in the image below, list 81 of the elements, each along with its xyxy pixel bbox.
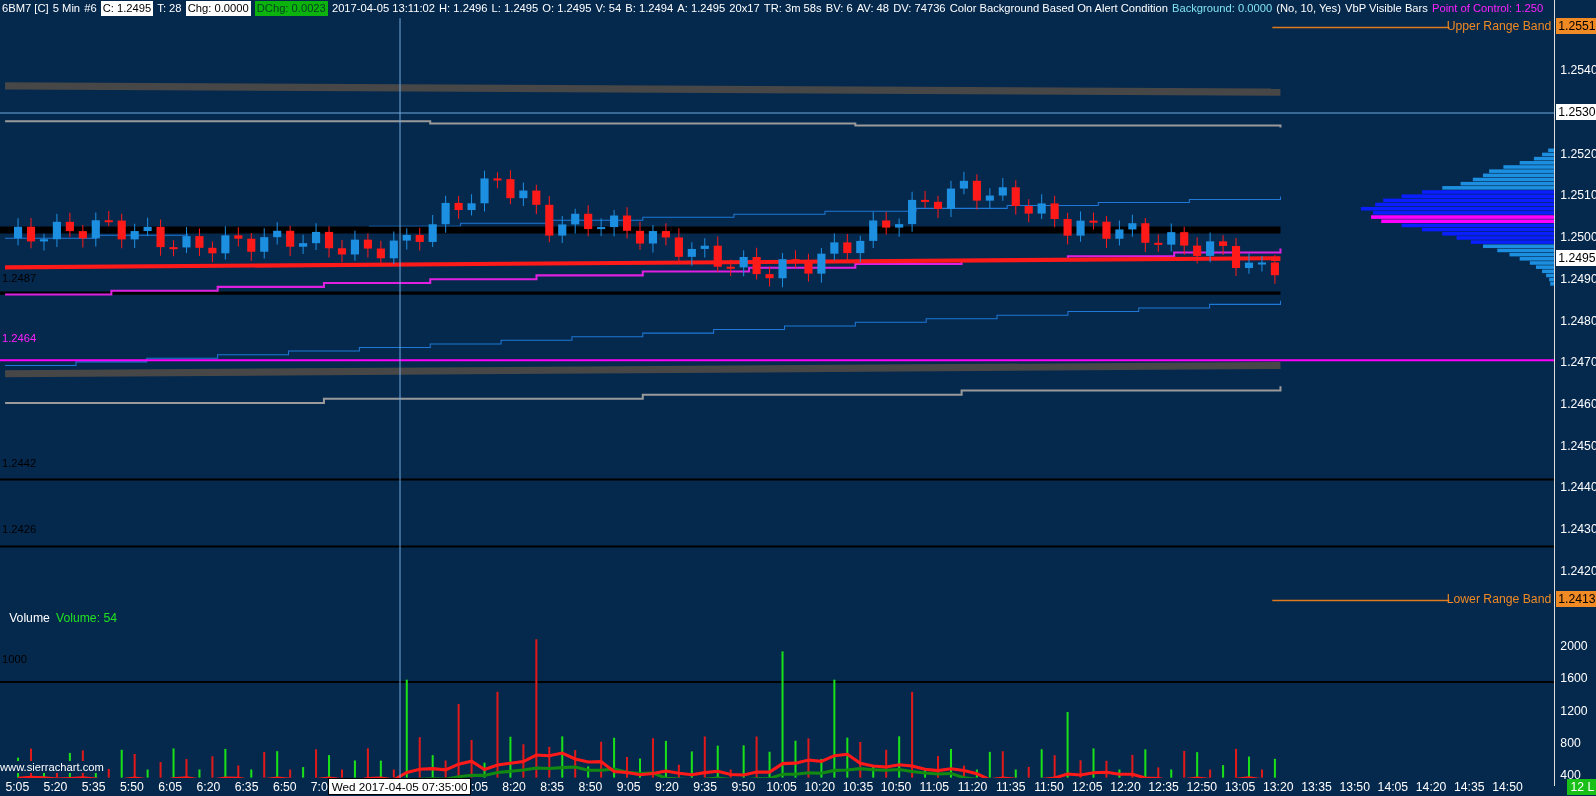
time-tick: 12:05 [1071, 779, 1103, 794]
cursor-time-label: Wed 2017-04-05 07:35:00 [327, 777, 472, 795]
time-tick: :05 [471, 779, 489, 794]
range-band-label: Lower Range Band [1446, 592, 1552, 607]
time-tick: 10:20 [804, 779, 835, 794]
time-tick: 11:50 [1034, 779, 1064, 794]
header-field: 5 Min [52, 1, 81, 17]
time-tick: 12:50 [1186, 779, 1218, 794]
time-tick: 7:0 [310, 779, 328, 794]
header-field: 20x17 [729, 1, 760, 17]
time-tick: 9:50 [731, 779, 756, 794]
price-marker: 1.2413 [1556, 591, 1596, 608]
time-tick: 8:35 [540, 779, 565, 794]
status-badge: 12 L [1567, 778, 1596, 795]
time-tick: 13:35 [1301, 779, 1332, 794]
time-tick: 14:50 [1492, 779, 1523, 794]
price-marker: 1.2551 [1556, 18, 1596, 35]
header-field: DChg: 0.0023 [254, 1, 328, 17]
volume-tick: 1200 [1560, 703, 1588, 718]
time-tick: 5:50 [120, 779, 144, 794]
header-field: V: 54 [595, 1, 622, 17]
time-tick: 12:35 [1148, 779, 1179, 794]
time-tick: 14:05 [1377, 779, 1409, 794]
volume-title: Volume [9, 610, 50, 625]
time-tick: 11:20 [957, 779, 988, 794]
header-field: Chg: 0.0000 [185, 1, 251, 17]
price-marker: 1.2495 [1556, 250, 1596, 267]
time-tick: 14:20 [1415, 779, 1447, 794]
header-field: BV: 6 [825, 1, 853, 17]
header-field: Background: 0.0000 [1172, 1, 1273, 17]
time-tick: 8:50 [578, 779, 603, 794]
time-tick: 5:35 [81, 779, 106, 794]
header-field: B: 1.2494 [625, 1, 674, 17]
time-tick: 5:05 [5, 779, 30, 794]
time-tick: 9:05 [616, 779, 641, 794]
time-tick: 6:20 [196, 779, 221, 794]
range-band-label: Upper Range Band [1446, 19, 1552, 34]
header-field: C: 1.2495 [100, 1, 154, 17]
time-tick: 6:50 [272, 779, 297, 794]
time-tick: 11:35 [995, 779, 1026, 794]
time-tick: 10:50 [880, 779, 912, 794]
time-tick: 11:05 [919, 779, 950, 794]
header-field: TR: 3m 58s [763, 1, 822, 17]
header-field: 6BM7 [C] [2, 1, 49, 17]
price-marker: 1.2530 [1556, 103, 1596, 120]
website-link[interactable]: www.sierrachart.com [0, 761, 104, 774]
level-label: 1.2442 [2, 457, 37, 469]
header-field: T: 28 [157, 1, 182, 17]
time-tick: 5:20 [43, 779, 68, 794]
time-tick: 10:35 [842, 779, 874, 794]
header-field: DV: 74736 [893, 1, 946, 17]
volume-tick: 1600 [1560, 671, 1588, 686]
time-tick: 12:20 [1110, 779, 1141, 794]
header-field: H: 1.2496 [439, 1, 488, 17]
header-field: Color Background Based On Alert Condition [949, 1, 1168, 17]
header-field: 2017-04-05 13:11:02 [331, 1, 435, 17]
volume-tick: 2000 [1560, 639, 1588, 654]
time-tick: 9:20 [655, 779, 679, 794]
time-tick: 6:05 [158, 779, 182, 794]
time-tick: 6:35 [234, 779, 259, 794]
header-field: VbP Visible Bars [1344, 1, 1428, 17]
header-field: Point of Control: 1.250 [1431, 1, 1544, 17]
volume-tick: 800 [1560, 736, 1581, 750]
level-label: 1.2426 [2, 523, 37, 536]
time-tick: 8:20 [502, 779, 526, 794]
time-tick: 13:50 [1339, 779, 1370, 794]
time-tick: 9:35 [693, 779, 717, 794]
level-label: 1000 [2, 653, 27, 666]
volume-reading: Volume: 54 [55, 610, 117, 625]
header-field: #6 [84, 1, 97, 17]
time-tick: 13:05 [1224, 779, 1256, 794]
time-tick: 10:05 [766, 779, 797, 794]
header-field: (No, 10, Yes) [1276, 1, 1341, 17]
level-label: 1.2464 [2, 331, 37, 344]
level-label: 1.2487 [2, 271, 37, 284]
header-field: AV: 48 [856, 1, 890, 17]
header-field: L: 1.2495 [491, 1, 539, 17]
header-field: O: 1.2495 [542, 1, 592, 17]
time-tick: 13:20 [1262, 779, 1294, 794]
header-field: A: 1.2495 [677, 1, 726, 17]
time-tick: 14:35 [1454, 779, 1485, 794]
